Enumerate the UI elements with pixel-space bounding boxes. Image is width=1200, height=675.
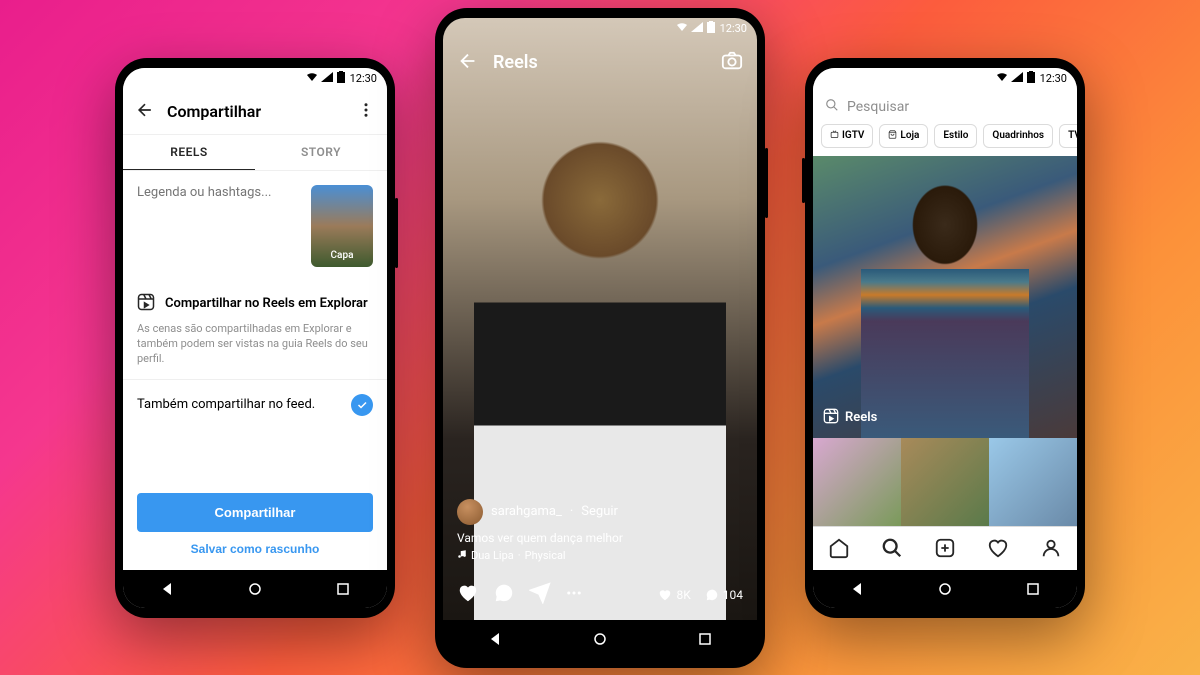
igtv-icon (830, 130, 839, 142)
share-button[interactable]: Compartilhar (137, 493, 373, 532)
share-tabs: REELS STORY (123, 135, 387, 171)
caption-input[interactable] (137, 185, 301, 267)
explore-thumb[interactable] (813, 438, 901, 526)
cover-thumbnail[interactable]: Capa (311, 185, 373, 267)
wifi-icon (676, 22, 688, 35)
nav-recent-icon[interactable] (696, 630, 714, 648)
explore-share-section: Compartilhar no Reels em Explorar As cen… (123, 281, 387, 380)
battery-icon (336, 71, 346, 86)
nav-back-icon[interactable] (486, 630, 504, 648)
share-icon[interactable] (529, 582, 551, 608)
reel-video[interactable]: 12:30 Reels sarahgama_ · Seguir Vamos (443, 18, 757, 620)
more-icon[interactable] (357, 101, 375, 123)
signal-icon (321, 72, 333, 85)
tab-home-icon[interactable] (828, 537, 850, 559)
reels-header: Reels (443, 40, 757, 86)
action-bar: 8K 104 (443, 574, 757, 620)
reels-title: Reels (493, 52, 707, 73)
reel-caption: Vamos ver quem dança melhor (457, 531, 743, 545)
bottom-nav (813, 526, 1077, 570)
music-info[interactable]: Dua Lipa · Physical (457, 549, 743, 562)
explore-thumbnails (813, 438, 1077, 526)
nav-recent-icon[interactable] (1024, 580, 1042, 598)
compose-area: Capa (123, 171, 387, 281)
username[interactable]: sarahgama_ (491, 504, 562, 519)
like-count[interactable]: 8K (658, 588, 690, 602)
nav-back-icon[interactable] (158, 580, 176, 598)
phone-reels-player: 12:30 Reels sarahgama_ · Seguir Vamos (435, 8, 765, 668)
tab-reels[interactable]: REELS (123, 135, 255, 170)
phone-share-screen: 12:30 Compartilhar REELS STORY Capa (115, 58, 395, 618)
check-icon (351, 394, 373, 416)
tab-story[interactable]: STORY (255, 135, 387, 170)
reels-icon (137, 293, 155, 315)
explore-thumb[interactable] (901, 438, 989, 526)
status-bar: 12:30 (123, 68, 387, 90)
wifi-icon (996, 72, 1008, 85)
music-icon (457, 549, 467, 562)
status-time: 12:30 (720, 22, 747, 35)
chip-style[interactable]: Estilo (934, 124, 977, 148)
back-icon[interactable] (457, 50, 479, 76)
feed-toggle-label: Também compartilhar no feed. (137, 397, 315, 412)
page-title: Compartilhar (167, 102, 345, 121)
signal-icon (1011, 72, 1023, 85)
status-bar: 12:30 (813, 68, 1077, 90)
tab-profile-icon[interactable] (1040, 537, 1062, 559)
tab-search-icon[interactable] (881, 537, 903, 559)
filter-chips: IGTV Loja Estilo Quadrinhos TV e cinema (813, 124, 1077, 156)
follow-button[interactable]: Seguir (581, 504, 618, 519)
video-metadata: sarahgama_ · Seguir Vamos ver quem dança… (443, 487, 757, 574)
wifi-icon (306, 72, 318, 85)
phone-explore-screen: 12:30 Pesquisar IGTV Loja Estilo Quadrin… (805, 58, 1085, 618)
tab-activity-icon[interactable] (987, 537, 1009, 559)
explore-grid: Reels (813, 156, 1077, 526)
search-icon (825, 98, 839, 116)
status-bar: 12:30 (443, 18, 757, 40)
reels-icon (823, 408, 839, 428)
comment-icon[interactable] (493, 582, 515, 608)
chip-shop[interactable]: Loja (879, 124, 928, 148)
separator: · (570, 504, 573, 519)
feed-toggle-row[interactable]: Também compartilhar no feed. (123, 380, 387, 430)
android-nav (123, 570, 387, 608)
user-avatar[interactable] (457, 499, 483, 525)
explore-share-title: Compartilhar no Reels em Explorar (165, 296, 368, 311)
separator: · (518, 549, 521, 562)
explore-share-desc: As cenas são compartilhadas em Explorar … (137, 321, 373, 367)
nav-recent-icon[interactable] (334, 580, 352, 598)
save-draft-button[interactable]: Salvar como rascunho (137, 542, 373, 556)
music-artist: Dua Lipa (471, 549, 514, 562)
chip-comics[interactable]: Quadrinhos (983, 124, 1053, 148)
share-header: Compartilhar (123, 90, 387, 135)
battery-icon (706, 21, 716, 36)
android-nav (443, 620, 757, 658)
chip-tv[interactable]: TV e cinema (1059, 124, 1077, 148)
search-placeholder: Pesquisar (847, 99, 909, 115)
featured-reel[interactable]: Reels (813, 156, 1077, 438)
status-time: 12:30 (350, 72, 377, 85)
comment-count[interactable]: 104 (705, 588, 743, 602)
nav-home-icon[interactable] (246, 580, 264, 598)
more-icon[interactable] (565, 584, 583, 606)
back-icon[interactable] (135, 100, 155, 124)
music-track: Physical (525, 549, 566, 562)
status-time: 12:30 (1040, 72, 1067, 85)
nav-home-icon[interactable] (591, 630, 609, 648)
like-icon[interactable] (457, 582, 479, 608)
search-bar[interactable]: Pesquisar (813, 90, 1077, 124)
tab-create-icon[interactable] (934, 537, 956, 559)
battery-icon (1026, 71, 1036, 86)
chip-igtv[interactable]: IGTV (821, 124, 873, 148)
reels-badge-label: Reels (845, 410, 877, 425)
shop-icon (888, 130, 897, 142)
nav-home-icon[interactable] (936, 580, 954, 598)
explore-thumb[interactable] (989, 438, 1077, 526)
signal-icon (691, 22, 703, 35)
android-nav (813, 570, 1077, 608)
nav-back-icon[interactable] (848, 580, 866, 598)
camera-icon[interactable] (721, 50, 743, 76)
cover-label: Capa (331, 250, 354, 261)
